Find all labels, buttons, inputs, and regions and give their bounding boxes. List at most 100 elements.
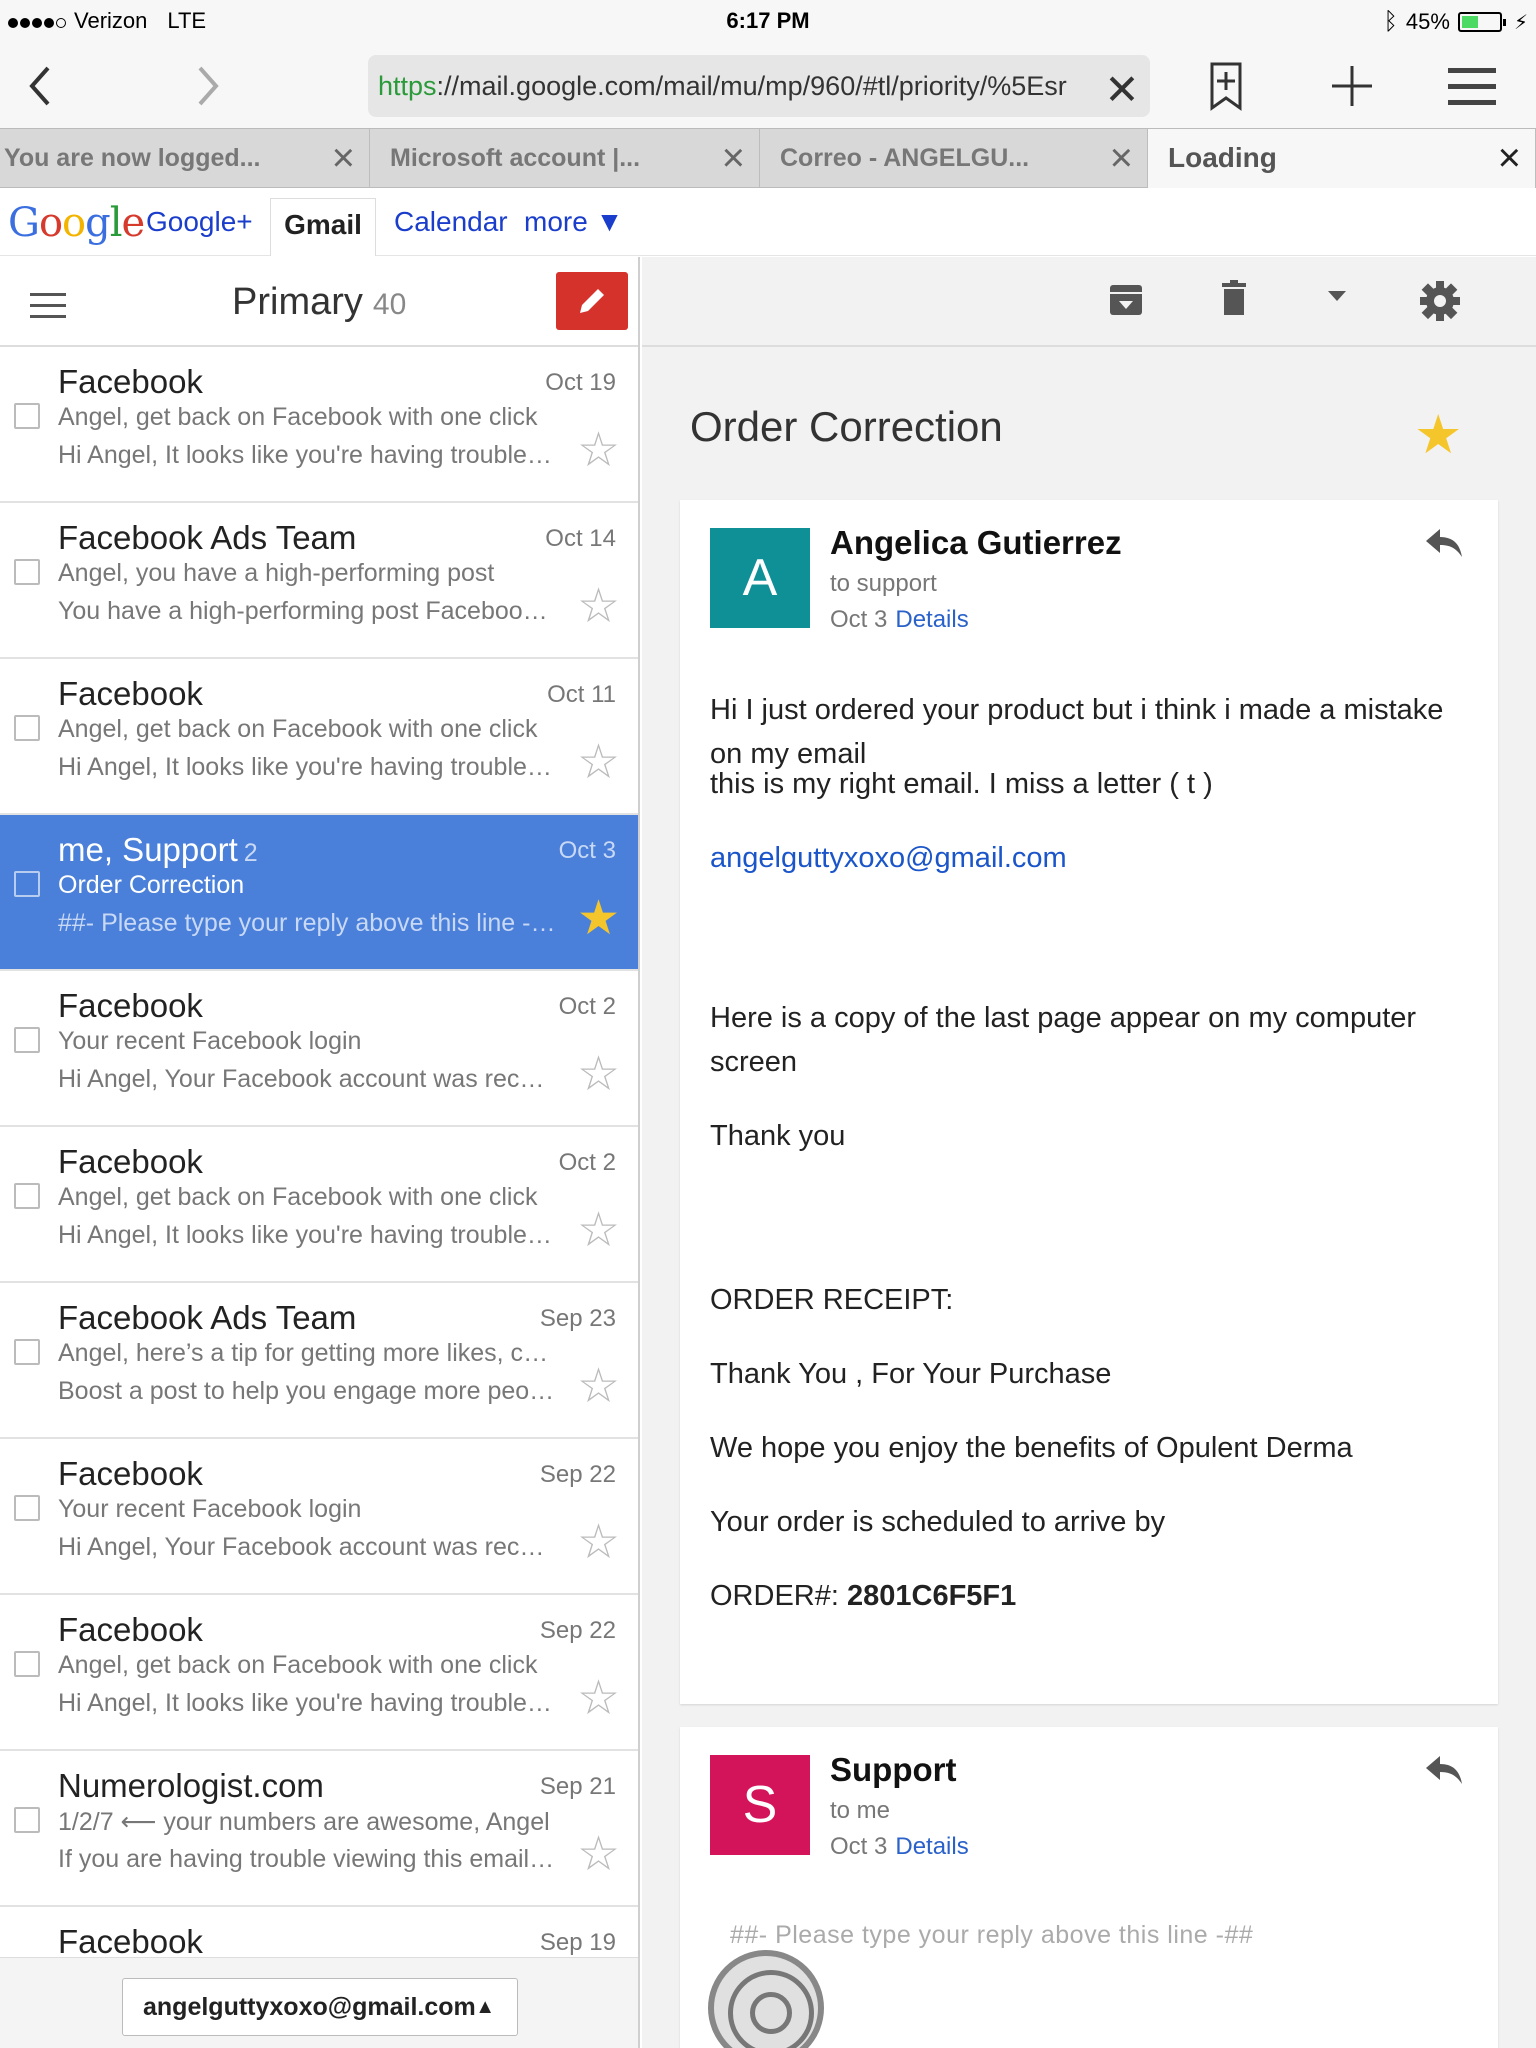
- new-tab-button[interactable]: [1324, 60, 1380, 116]
- email-date: Oct 2: [558, 1149, 616, 1176]
- details-link[interactable]: Details: [895, 606, 968, 633]
- email-row[interactable]: Numerologist.com Sep 21 1/2/7 ⟵ your numbe…: [0, 1751, 638, 1907]
- star-icon[interactable]: ☆: [577, 1363, 620, 1411]
- order-label: ORDER#:: [710, 1580, 847, 1612]
- more-link[interactable]: more ▼: [524, 206, 623, 238]
- archive-button[interactable]: [1106, 279, 1150, 323]
- browser-tab-active[interactable]: Loading ×: [1148, 129, 1536, 188]
- email-snippet: Hi Angel, Your Facebook account was rece…: [58, 1533, 558, 1561]
- star-icon[interactable]: ☆: [577, 1831, 620, 1879]
- email-row[interactable]: Facebook Oct 19 Angel, get back on Faceboo…: [0, 347, 638, 503]
- menu-icon[interactable]: [30, 293, 66, 326]
- select-checkbox[interactable]: [14, 1495, 40, 1521]
- email-date: Oct 14: [545, 525, 616, 552]
- star-icon[interactable]: ☆: [577, 427, 620, 475]
- bookmark-button[interactable]: [1198, 60, 1254, 116]
- select-checkbox[interactable]: [14, 1807, 40, 1833]
- email-sender: me, Support 2: [58, 831, 258, 869]
- gmail-tab[interactable]: Gmail: [270, 198, 376, 256]
- select-checkbox[interactable]: [14, 1651, 40, 1677]
- browser-tab[interactable]: You are now logged... ×: [0, 129, 370, 188]
- back-button[interactable]: [12, 60, 68, 116]
- email-row[interactable]: Facebook Ads Team Sep 23 Angel, here’s a t…: [0, 1283, 638, 1439]
- reply-icon[interactable]: [1424, 520, 1464, 570]
- star-icon[interactable]: ☆: [577, 1519, 620, 1567]
- sender-name: Facebook: [58, 1923, 203, 1960]
- email-sender: Facebook: [58, 1611, 209, 1649]
- email-subject: 1/2/7 ⟵ your numbers are awesome, Angel: [58, 1808, 550, 1836]
- order-number: 2801C6F5F1: [846, 1580, 1017, 1612]
- email-row[interactable]: Facebook Sep 22 Angel, get back on Faceboo…: [0, 1595, 638, 1751]
- account-switcher[interactable]: angelguttyxoxo@gmail.com ▲: [122, 1978, 518, 2036]
- email-row[interactable]: Facebook Oct 2 Your recent Facebook login H…: [0, 971, 638, 1127]
- body-paragraph: Thank You , For Your Purchase: [710, 1358, 1112, 1390]
- url-bar[interactable]: https://mail.google.com/mail/mu/mp/960/#…: [368, 55, 1150, 117]
- sender-name: Facebook Ads Team: [58, 1299, 357, 1336]
- avatar: S: [710, 1755, 810, 1855]
- bluetooth-icon: ᛒ: [1383, 8, 1398, 35]
- email-date: Sep 19: [539, 1929, 616, 1956]
- close-tab-icon[interactable]: ×: [1498, 129, 1521, 187]
- compose-button[interactable]: [556, 272, 628, 330]
- email-row[interactable]: Facebook Oct 11 Angel, get back on Faceboo…: [0, 659, 638, 815]
- close-tab-icon[interactable]: ×: [1110, 129, 1133, 187]
- reply-marker: ##- Please type your reply above this li…: [730, 1921, 1254, 1949]
- select-checkbox[interactable]: [14, 1183, 40, 1209]
- select-checkbox[interactable]: [14, 1027, 40, 1053]
- folder-name: Primary: [232, 281, 363, 323]
- forward-button[interactable]: [180, 60, 236, 116]
- calendar-link[interactable]: Calendar: [394, 206, 508, 238]
- reply-icon[interactable]: [1424, 1747, 1464, 1797]
- email-date: Sep 21: [539, 1773, 616, 1800]
- email-row[interactable]: Facebook Sep 22 Your recent Facebook login…: [0, 1439, 638, 1595]
- email-sender: Facebook: [58, 675, 209, 713]
- email-subject: Angel, you have a high-performing post: [58, 559, 495, 587]
- google-logo[interactable]: Google: [8, 200, 145, 246]
- select-checkbox[interactable]: [14, 1339, 40, 1365]
- browser-tab[interactable]: Microsoft account |... ×: [370, 129, 760, 188]
- email-sender: Facebook: [58, 1455, 209, 1493]
- trash-icon: [1222, 280, 1246, 315]
- reply-arrow-icon: [1426, 529, 1462, 557]
- email-snippet: If you are having trouble viewing this e…: [58, 1845, 558, 1873]
- message-date: Oct 3: [830, 606, 888, 633]
- sender-name: Numerologist.com: [58, 1767, 324, 1804]
- thread-pane: Order Correction ★ A Angelica Gutierrez …: [642, 257, 1536, 2048]
- google-plus-link[interactable]: Google+: [146, 206, 253, 238]
- star-icon[interactable]: ★: [577, 895, 620, 943]
- email-subject: Angel, get back on Facebook with one cli…: [58, 1651, 538, 1679]
- email-row[interactable]: Facebook Oct 2 Angel, get back on Facebook…: [0, 1127, 638, 1283]
- email-sender: Facebook Ads Team: [58, 519, 362, 557]
- email-row[interactable]: me, Support 2 Oct 3 Order Correction ##- Ple…: [0, 815, 638, 971]
- email-subject: Order Correction: [58, 871, 245, 899]
- email-snippet: ##- Please type your reply above this li…: [58, 909, 558, 937]
- email-link[interactable]: angelguttyxoxo@gmail.com: [710, 842, 1067, 874]
- select-checkbox[interactable]: [14, 403, 40, 429]
- star-icon[interactable]: ☆: [577, 1051, 620, 1099]
- email-row[interactable]: Facebook Ads Team Oct 14 Angel, you have a…: [0, 503, 638, 659]
- select-checkbox[interactable]: [14, 715, 40, 741]
- star-icon[interactable]: ☆: [577, 583, 620, 631]
- select-checkbox[interactable]: [14, 871, 40, 897]
- delete-button[interactable]: [1214, 279, 1258, 323]
- body-paragraph: Thank you: [710, 1120, 846, 1152]
- details-link[interactable]: Details: [895, 1833, 968, 1860]
- body-paragraph: Your order is scheduled to arrive by: [710, 1506, 1166, 1538]
- star-icon[interactable]: ☆: [577, 1675, 620, 1723]
- star-icon[interactable]: ☆: [577, 739, 620, 787]
- gear-icon: [1420, 281, 1460, 321]
- thread-count: 2: [243, 839, 258, 867]
- body-paragraph: this is my right email. I miss a letter …: [710, 768, 1213, 800]
- star-icon[interactable]: ☆: [577, 1207, 620, 1255]
- select-checkbox[interactable]: [14, 559, 40, 585]
- sender-name: Facebook: [58, 1611, 203, 1648]
- more-actions-button[interactable]: [1322, 287, 1366, 331]
- settings-button[interactable]: [1418, 279, 1462, 323]
- email-snippet: Hi Angel, It looks like you're having tr…: [58, 441, 558, 469]
- browser-menu-button[interactable]: [1444, 60, 1500, 116]
- close-tab-icon[interactable]: ×: [722, 129, 745, 187]
- browser-tab[interactable]: Correo - ANGELGU... ×: [760, 129, 1148, 188]
- star-icon[interactable]: ★: [1414, 403, 1462, 466]
- close-tab-icon[interactable]: ×: [332, 129, 355, 187]
- clear-url-button[interactable]: ✕: [1094, 64, 1150, 120]
